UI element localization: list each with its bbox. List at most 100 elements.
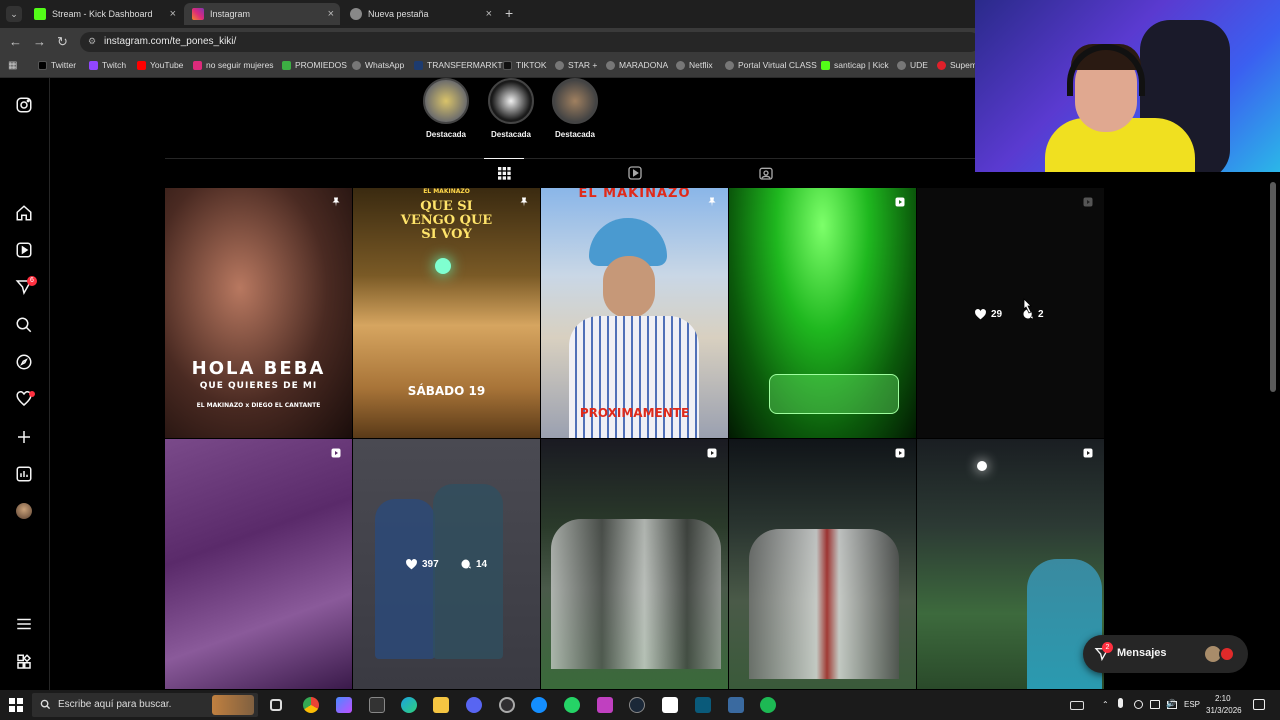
highlight-2[interactable]: Destacada xyxy=(484,78,538,139)
steam-icon[interactable] xyxy=(629,697,645,713)
bookmark-star[interactable]: STAR + xyxy=(555,60,597,70)
highlight-1[interactable]: Destacada xyxy=(419,78,473,139)
bookmark-no-seguir[interactable]: no seguir mujeres xyxy=(193,60,274,70)
task-view-icon[interactable] xyxy=(270,699,282,711)
spotify-icon[interactable] xyxy=(760,697,776,713)
globe-icon xyxy=(555,60,564,70)
battlenet-icon[interactable] xyxy=(531,697,547,713)
post-credits: EL MAKINAZO x DIEGO EL CANTANTE xyxy=(196,402,321,409)
twitch-icon xyxy=(89,60,98,70)
messages-label: Mensajes xyxy=(1117,647,1167,659)
clock-time[interactable]: 2:10 xyxy=(1215,694,1231,703)
terminal-icon[interactable] xyxy=(695,697,711,713)
post-dark[interactable]: 29 2 xyxy=(917,188,1104,438)
close-icon[interactable]: × xyxy=(328,8,334,20)
bookmark-tiktok[interactable]: TIKTOK xyxy=(503,60,547,70)
create-icon[interactable] xyxy=(15,428,33,446)
bookmark-youtube[interactable]: YouTube xyxy=(137,60,183,70)
menu-icon[interactable] xyxy=(15,615,33,633)
reload-icon[interactable]: ↻ xyxy=(57,34,68,50)
explore-icon[interactable] xyxy=(15,353,33,371)
bookmark-maradona[interactable]: MARADONA xyxy=(606,60,668,70)
bookmark-whatsapp[interactable]: WhatsApp xyxy=(352,60,404,70)
language-indicator[interactable]: ESP xyxy=(1184,700,1200,709)
edge-icon[interactable] xyxy=(401,697,417,713)
capcut-icon[interactable] xyxy=(662,697,678,713)
post-party-2[interactable] xyxy=(729,439,916,689)
post-party-3[interactable] xyxy=(917,439,1104,689)
page-scrollbar[interactable] xyxy=(1270,182,1276,392)
dashboard-icon[interactable] xyxy=(15,465,33,483)
profile-avatar[interactable] xyxy=(16,503,32,519)
copilot-icon[interactable] xyxy=(336,697,352,713)
discord-icon[interactable] xyxy=(466,697,482,713)
bookmark-promiedos[interactable]: PROMIEDOS xyxy=(282,60,347,70)
epic-games-icon[interactable] xyxy=(369,697,385,713)
notifications-icon[interactable] xyxy=(1253,699,1265,710)
bookmark-netflix[interactable]: Netflix xyxy=(676,60,713,70)
tab-instagram[interactable]: Instagram × xyxy=(184,3,340,25)
tab-list-dropdown[interactable]: ⌄ xyxy=(6,6,22,22)
post-kids-photo[interactable]: 397 14 xyxy=(353,439,540,689)
app-icon[interactable] xyxy=(597,697,613,713)
bookmark-twitter[interactable]: Twitter xyxy=(38,60,76,70)
close-icon[interactable]: × xyxy=(486,8,492,20)
reels-icon[interactable] xyxy=(15,241,33,259)
tab-label: Nueva pestaña xyxy=(368,9,429,19)
instagram-icon xyxy=(192,8,204,20)
post-subtitle: QUE QUIERES DE MI xyxy=(199,381,318,391)
apps-icon[interactable]: ▦ xyxy=(8,60,17,71)
instagram-logo-icon[interactable] xyxy=(15,96,33,114)
bookmark-portal-class[interactable]: Portal Virtual CLASS xyxy=(725,60,817,70)
site-info-icon[interactable]: ⚙ xyxy=(88,36,96,47)
messages-button[interactable]: 2 Mensajes xyxy=(1083,635,1248,673)
volume-icon[interactable]: 🔊 xyxy=(1166,699,1176,708)
tab-kick-dashboard[interactable]: Stream - Kick Dashboard × xyxy=(26,3,182,25)
chrome-icon xyxy=(350,8,362,20)
taskbar-search-input[interactable]: Escribe aquí para buscar. xyxy=(32,693,258,717)
back-icon[interactable]: ← xyxy=(9,34,22,49)
search-icon[interactable] xyxy=(15,316,33,334)
tray-device-icon[interactable] xyxy=(1150,700,1160,709)
post-que-si-vengo[interactable]: EL MAKINAZO QUE SI VENGO QUE SI VOY SÁBA… xyxy=(353,188,540,438)
post-green-stage[interactable] xyxy=(729,188,916,438)
url-input[interactable]: ⚙ instagram.com/te_pones_kiki/ xyxy=(80,32,980,52)
also-from-meta-icon[interactable] xyxy=(15,653,33,671)
bookmark-supem[interactable]: Supem xyxy=(937,60,977,70)
post-date: SÁBADO 19 xyxy=(407,384,486,398)
posts-grid-icon[interactable] xyxy=(496,165,512,181)
obs-icon[interactable] xyxy=(499,697,515,713)
tagged-tab-icon[interactable] xyxy=(758,165,774,181)
bookmark-transfermarkt[interactable]: TRANSFERMARKT xyxy=(414,60,503,70)
tab-new[interactable]: Nueva pestaña × xyxy=(342,3,498,25)
reels-tab-icon[interactable] xyxy=(627,165,643,181)
file-explorer-icon[interactable] xyxy=(433,697,449,713)
tray-app-icon[interactable] xyxy=(1134,700,1143,709)
post-title: QUE SI VENGO QUE SI VOY xyxy=(400,199,493,242)
bookmark-santicap-kick[interactable]: santicap | Kick xyxy=(821,60,889,70)
forward-icon[interactable]: → xyxy=(33,34,46,49)
tray-chevron-icon[interactable]: ⌃ xyxy=(1102,700,1109,709)
post-title: EL MAKINAZO xyxy=(578,188,691,201)
clock-date[interactable]: 31/3/2026 xyxy=(1206,706,1242,715)
webcam-overlay xyxy=(975,0,1280,172)
new-tab-button[interactable]: + xyxy=(505,5,513,21)
bookmark-twitch[interactable]: Twitch xyxy=(89,60,126,70)
post-party-1[interactable] xyxy=(541,439,728,689)
close-icon[interactable]: × xyxy=(170,8,176,20)
video-icon xyxy=(331,448,341,458)
highlight-3[interactable]: Destacada xyxy=(548,78,602,139)
windows-start-icon[interactable] xyxy=(9,698,23,712)
post-hola-beba[interactable]: HOLA BEBA QUE QUIERES DE MI EL MAKINAZO … xyxy=(165,188,352,438)
light xyxy=(977,461,987,471)
bookmark-ude[interactable]: UDE xyxy=(897,60,928,70)
post-proximamente[interactable]: EL MAKINAZO PROXIMAMENTE xyxy=(541,188,728,438)
whatsapp-icon[interactable] xyxy=(564,697,580,713)
home-icon[interactable] xyxy=(15,204,33,222)
mic-icon[interactable] xyxy=(1118,698,1123,708)
post-purple-dance[interactable] xyxy=(165,439,352,689)
keyboard-icon[interactable] xyxy=(1070,701,1084,710)
chrome-icon[interactable] xyxy=(303,697,319,713)
person-face xyxy=(603,256,655,318)
valorant-icon[interactable] xyxy=(728,697,744,713)
